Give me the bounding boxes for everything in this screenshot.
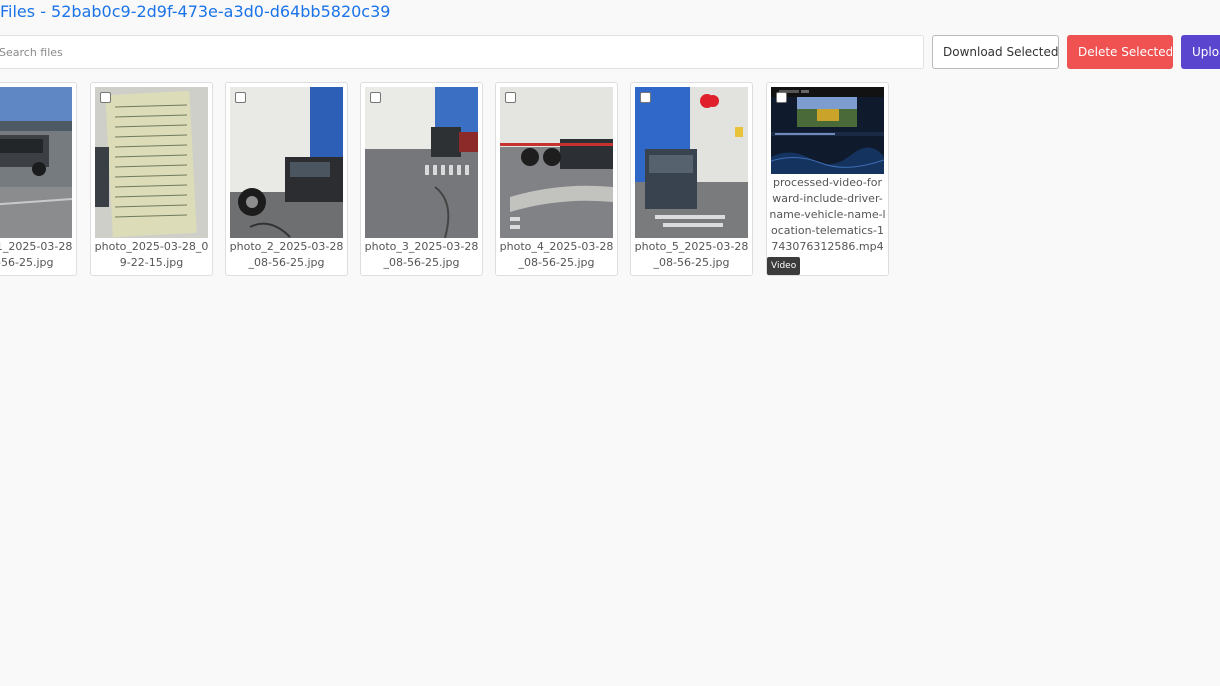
delete-selected-button[interactable]: Delete Selected xyxy=(1067,35,1173,69)
search-input[interactable] xyxy=(0,35,924,69)
file-name: photo_2_2025-03-28_08-56-25.jpg xyxy=(229,240,344,269)
select-checkbox[interactable] xyxy=(776,92,787,103)
file-name: photo_2025-03-28_09-22-15.jpg xyxy=(94,240,209,269)
file-card[interactable]: photo_3_2025-03-28_08-56-25.jpg xyxy=(360,82,483,276)
video-thumbnail[interactable] xyxy=(771,87,884,174)
select-checkbox[interactable] xyxy=(100,92,111,103)
file-manager-page: Files - 52bab0c9-2d9f-473e-a3d0-d64bb582… xyxy=(0,0,1220,686)
file-thumbnail[interactable] xyxy=(95,87,208,238)
file-name: processed-video-forward-include-driver-n… xyxy=(769,176,886,253)
file-thumbnail[interactable] xyxy=(0,87,72,238)
file-name: photo_4_2025-03-28_08-56-25.jpg xyxy=(499,240,614,269)
file-name: photo_1_2025-03-28_08-56-25.jpg xyxy=(0,240,73,269)
file-thumbnail[interactable] xyxy=(365,87,478,238)
select-checkbox[interactable] xyxy=(505,92,516,103)
file-card[interactable]: photo_2025-03-28_09-22-15.jpg xyxy=(90,82,213,276)
select-checkbox[interactable] xyxy=(235,92,246,103)
select-checkbox[interactable] xyxy=(640,92,651,103)
file-thumbnail[interactable] xyxy=(500,87,613,238)
upload-button[interactable]: Upload xyxy=(1181,35,1220,69)
video-tooltip: Video xyxy=(767,257,801,275)
download-selected-button[interactable]: Download Selected xyxy=(932,35,1059,69)
file-thumbnail[interactable] xyxy=(635,87,748,238)
file-card[interactable]: processed-video-forward-include-driver-n… xyxy=(766,82,889,276)
file-name: photo_5_2025-03-28_08-56-25.jpg xyxy=(634,240,749,269)
file-card[interactable]: photo_2_2025-03-28_08-56-25.jpg xyxy=(225,82,348,276)
file-thumbnail[interactable] xyxy=(230,87,343,238)
file-card[interactable]: photo_1_2025-03-28_08-56-25.jpg xyxy=(0,82,77,276)
file-card[interactable]: photo_5_2025-03-28_08-56-25.jpg xyxy=(630,82,753,276)
select-checkbox[interactable] xyxy=(370,92,381,103)
page-title: Files - 52bab0c9-2d9f-473e-a3d0-d64bb582… xyxy=(0,2,391,21)
file-card[interactable]: photo_4_2025-03-28_08-56-25.jpg xyxy=(495,82,618,276)
file-name: photo_3_2025-03-28_08-56-25.jpg xyxy=(364,240,479,269)
